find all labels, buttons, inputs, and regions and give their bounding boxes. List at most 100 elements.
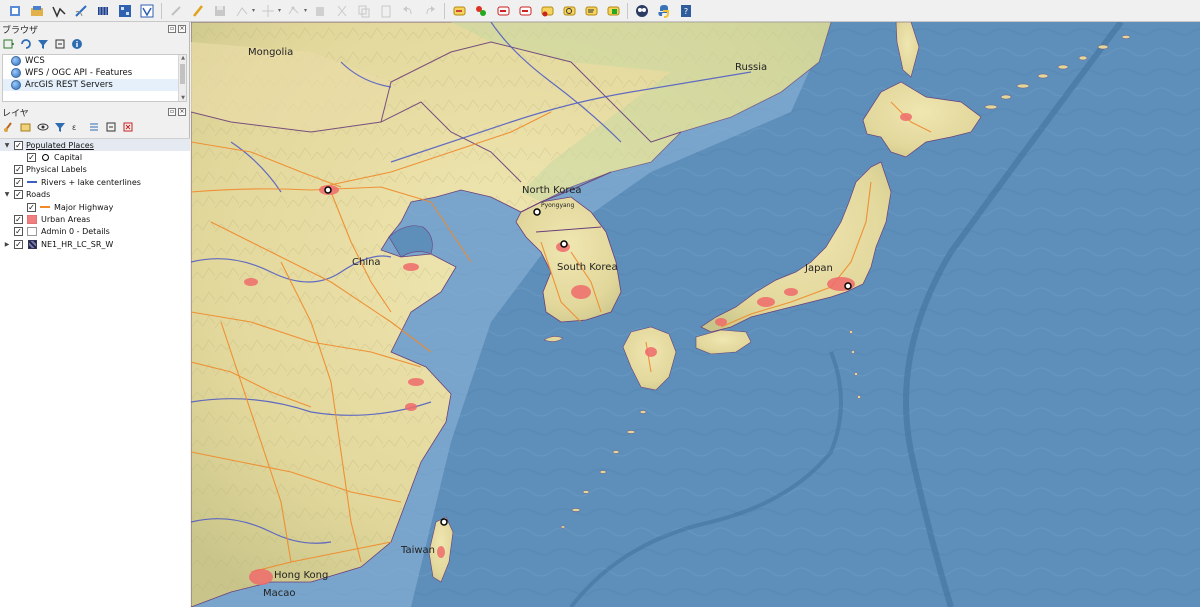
add-feature-icon[interactable] xyxy=(233,2,251,20)
dropdown-arrow-icon[interactable]: ▾ xyxy=(278,7,281,14)
python-icon[interactable] xyxy=(655,2,673,20)
open-vector-icon[interactable] xyxy=(50,2,68,20)
browser-item-label: WFS / OGC API - Features xyxy=(25,68,133,78)
country-label-mongolia: Mongolia xyxy=(248,47,294,58)
city-label-pyongyang: Pyongyang xyxy=(541,202,575,209)
country-label-north-korea: North Korea xyxy=(522,185,582,196)
virtual-layer-icon[interactable] xyxy=(138,2,156,20)
copy-icon[interactable] xyxy=(355,2,373,20)
eye-icon[interactable] xyxy=(37,121,49,133)
layer-row[interactable]: ▼ ✓ Populated Places xyxy=(0,139,190,152)
layers-tree[interactable]: ▼ ✓ Populated Places ✓ Capital ✓ Physical Labe… xyxy=(0,138,190,607)
dropdown-arrow-icon[interactable]: ▾ xyxy=(304,7,307,14)
scroll-thumb[interactable] xyxy=(180,64,185,84)
scroll-up-icon[interactable]: ▲ xyxy=(180,55,186,61)
label-options-icon[interactable] xyxy=(604,2,622,20)
legend-symbol-icon xyxy=(26,239,38,249)
float-panel-icon[interactable]: ▫ xyxy=(168,25,176,33)
browser-item-wcs[interactable]: WCS xyxy=(3,55,186,67)
delete-icon[interactable] xyxy=(311,2,329,20)
undo-icon[interactable] xyxy=(399,2,417,20)
main-toolbar: ▾ ▾ ▾ ? xyxy=(0,0,1200,22)
grid-icon[interactable] xyxy=(94,2,112,20)
city-label-macao: Macao xyxy=(263,588,296,599)
layer-visibility-checkbox[interactable]: ✓ xyxy=(14,239,23,249)
browser-item-wfs[interactable]: WFS / OGC API - Features xyxy=(3,67,186,79)
layer-visibility-checkbox[interactable]: ✓ xyxy=(27,202,36,212)
help-icon[interactable]: ? xyxy=(677,2,695,20)
label-visibility-icon[interactable] xyxy=(516,2,534,20)
label-tool-icon[interactable] xyxy=(450,2,468,20)
node-tool-icon[interactable] xyxy=(285,2,303,20)
layer-label: Rivers + lake centerlines xyxy=(41,177,141,187)
legend-symbol-icon xyxy=(26,177,38,187)
layer-row[interactable]: ✓ Physical Labels xyxy=(0,164,190,176)
label-highlight-icon[interactable] xyxy=(494,2,512,20)
edit-pencil-icon[interactable] xyxy=(167,2,185,20)
layer-row[interactable]: ✓ Capital xyxy=(0,151,190,163)
browser-scrollbar[interactable]: ▲ ▼ xyxy=(178,55,186,101)
label-pin-icon[interactable] xyxy=(472,2,490,20)
browser-panel-title: ブラウザ ▫ × xyxy=(0,22,189,36)
expander-icon[interactable]: ▼ xyxy=(3,142,11,149)
scroll-down-icon[interactable]: ▼ xyxy=(180,95,186,101)
digitize-icon[interactable] xyxy=(72,2,90,20)
layer-visibility-checkbox[interactable]: ✓ xyxy=(14,215,23,225)
close-panel-icon[interactable]: × xyxy=(178,25,186,33)
dropdown-arrow-icon[interactable]: ▾ xyxy=(252,7,255,14)
map-svg xyxy=(191,22,1200,607)
plugin-globe-icon[interactable] xyxy=(633,2,651,20)
layer-label: Physical Labels xyxy=(26,165,87,175)
refresh-icon[interactable] xyxy=(20,38,32,50)
layer-label: Urban Areas xyxy=(41,215,91,225)
collapse-all-icon[interactable] xyxy=(105,121,117,133)
new-project-icon[interactable] xyxy=(6,2,24,20)
remove-layer-icon[interactable] xyxy=(122,121,134,133)
layer-visibility-checkbox[interactable]: ✓ xyxy=(14,165,23,175)
layer-row[interactable]: ✓ Admin 0 - Details xyxy=(0,226,190,238)
label-change-icon[interactable] xyxy=(582,2,600,20)
layer-visibility-checkbox[interactable]: ✓ xyxy=(27,153,36,163)
paste-icon[interactable] xyxy=(377,2,395,20)
filter-legend-icon[interactable] xyxy=(54,121,66,133)
label-rotate-icon[interactable] xyxy=(560,2,578,20)
redo-icon[interactable] xyxy=(421,2,439,20)
cut-icon[interactable] xyxy=(333,2,351,20)
country-label-russia: Russia xyxy=(735,62,768,73)
open-data-icon[interactable] xyxy=(28,2,46,20)
float-panel-icon[interactable]: ▫ xyxy=(168,108,176,116)
browser-toolbar xyxy=(0,36,189,52)
expander-icon[interactable]: ▼ xyxy=(3,191,11,198)
toggle-edit-icon[interactable] xyxy=(189,2,207,20)
layer-row[interactable]: ▼ ✓ Roads xyxy=(0,189,190,201)
layer-row[interactable]: ✓ Urban Areas xyxy=(0,213,190,225)
browser-title: ブラウザ xyxy=(2,25,39,36)
collapse-all-icon[interactable] xyxy=(54,38,66,50)
browser-item-arcgis[interactable]: ArcGIS REST Servers xyxy=(3,79,186,91)
filter-expression-icon[interactable]: ε xyxy=(71,121,83,133)
browser-tree[interactable]: WCS WFS / OGC API - Features ArcGIS REST… xyxy=(2,54,187,102)
layer-visibility-checkbox[interactable]: ✓ xyxy=(14,227,23,237)
style-brush-icon[interactable] xyxy=(3,121,15,133)
layer-visibility-checkbox[interactable]: ✓ xyxy=(14,190,23,200)
layer-visibility-checkbox[interactable]: ✓ xyxy=(14,140,23,150)
add-group-icon[interactable] xyxy=(20,121,32,133)
filter-icon[interactable] xyxy=(37,38,49,50)
layer-row[interactable]: ▶ ✓ NE1_HR_LC_SR_W xyxy=(0,238,190,250)
expand-all-icon[interactable] xyxy=(88,121,100,133)
map-canvas[interactable]: Mongolia Russia China North Korea Pyongy… xyxy=(191,22,1200,607)
save-edits-icon[interactable] xyxy=(211,2,229,20)
layer-row[interactable]: ✓ Rivers + lake centerlines xyxy=(0,176,190,188)
add-selected-icon[interactable] xyxy=(3,38,15,50)
expander-icon[interactable]: ▶ xyxy=(3,241,11,248)
move-icon[interactable] xyxy=(259,2,277,20)
layer-visibility-checkbox[interactable]: ✓ xyxy=(14,177,23,187)
svg-text:ε: ε xyxy=(72,123,76,132)
country-label-taiwan: Taiwan xyxy=(401,545,436,556)
layer-label: Capital xyxy=(54,153,83,163)
layer-row[interactable]: ✓ Major Highway xyxy=(0,201,190,213)
info-icon[interactable] xyxy=(71,38,83,50)
raster-icon[interactable] xyxy=(116,2,134,20)
close-panel-icon[interactable]: × xyxy=(178,108,186,116)
label-move-icon[interactable] xyxy=(538,2,556,20)
